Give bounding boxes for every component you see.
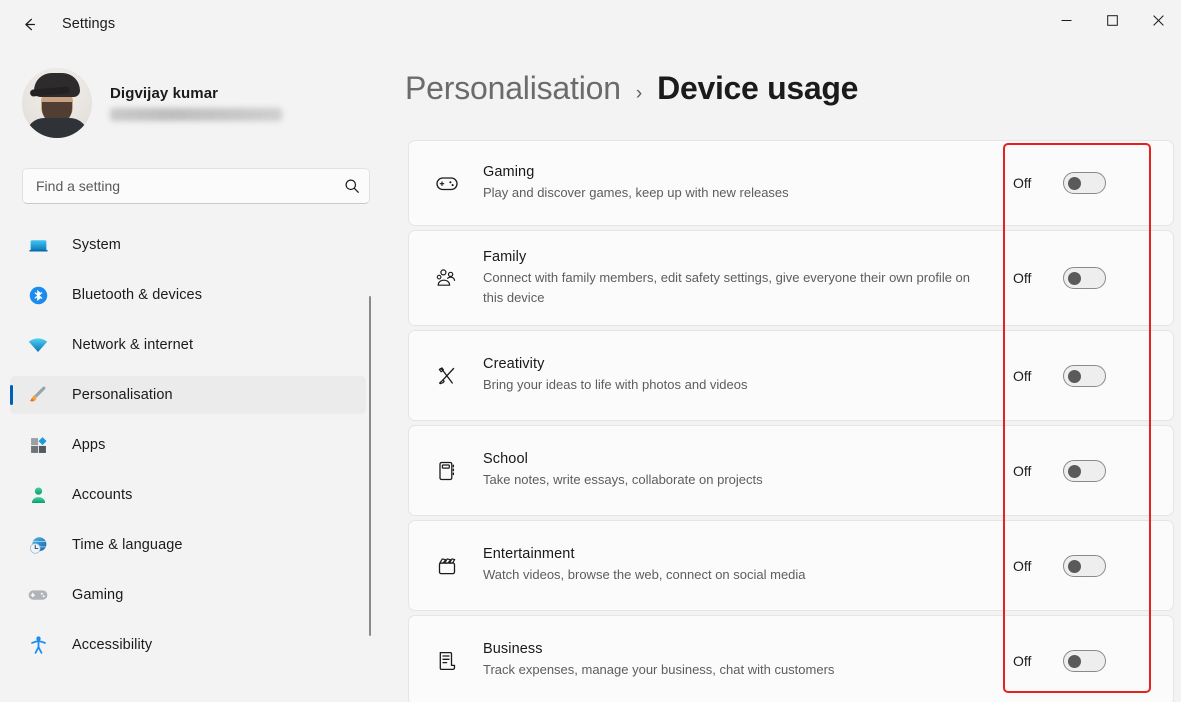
- apps-icon: [18, 433, 58, 457]
- main-content: Personalisation › Device usage Gaming Pl…: [385, 48, 1181, 702]
- sidebar-item-label: Bluetooth & devices: [72, 287, 202, 303]
- toggle-state-label: Off: [1013, 368, 1047, 384]
- sidebar-item-system[interactable]: System: [10, 226, 366, 264]
- sidebar: Digvijay kumar: [0, 48, 385, 702]
- bluetooth-icon: [18, 283, 58, 307]
- sidebar-item-time-language[interactable]: Time & language: [10, 526, 366, 564]
- setting-description: Track expenses, manage your business, ch…: [483, 660, 983, 679]
- breadcrumb-parent-link[interactable]: Personalisation: [405, 70, 621, 107]
- search-icon[interactable]: [335, 178, 369, 194]
- paintbrush-icon: [18, 383, 58, 407]
- search-input[interactable]: [23, 178, 335, 194]
- search-box[interactable]: [22, 168, 370, 204]
- setting-title: Family: [483, 249, 1003, 265]
- page-title: Device usage: [657, 70, 858, 107]
- maximize-button[interactable]: [1089, 0, 1135, 40]
- pen-brush-icon: [430, 363, 464, 389]
- setting-card-family[interactable]: Family Connect with family members, edit…: [408, 230, 1174, 326]
- sidebar-scrollbar[interactable]: [369, 296, 371, 636]
- back-button[interactable]: [12, 7, 46, 41]
- sidebar-item-gaming[interactable]: Gaming: [10, 576, 366, 614]
- sidebar-item-accounts[interactable]: Accounts: [10, 476, 366, 514]
- sidebar-item-bluetooth-devices[interactable]: Bluetooth & devices: [10, 276, 366, 314]
- account-icon: [18, 483, 58, 507]
- breadcrumb: Personalisation › Device usage: [405, 70, 1181, 107]
- setting-description: Bring your ideas to life with photos and…: [483, 375, 983, 394]
- gaming-toggle[interactable]: [1063, 172, 1106, 194]
- sidebar-item-personalisation[interactable]: Personalisation: [10, 376, 366, 414]
- settings-window: Settings: [0, 0, 1181, 702]
- notebook-icon: [430, 458, 464, 484]
- setting-title: Gaming: [483, 164, 1003, 180]
- wifi-icon: [18, 333, 58, 357]
- magnifier-glyph: [344, 178, 360, 194]
- close-button[interactable]: [1135, 0, 1181, 40]
- back-arrow-icon: [20, 15, 39, 34]
- sidebar-item-label: Gaming: [72, 587, 123, 603]
- toggle-group: Off: [1013, 460, 1173, 482]
- settings-cards-list: Gaming Play and discover games, keep up …: [408, 140, 1181, 702]
- sidebar-item-accessibility[interactable]: Accessibility: [10, 626, 366, 664]
- minimize-button[interactable]: [1043, 0, 1089, 40]
- sidebar-item-network-internet[interactable]: Network & internet: [10, 326, 366, 364]
- maximize-icon: [1107, 15, 1118, 26]
- clapperboard-icon: [430, 553, 464, 579]
- close-icon: [1153, 15, 1164, 26]
- chevron-right-icon: ›: [636, 83, 642, 105]
- account-name: Digvijay kumar: [110, 85, 282, 102]
- setting-card-gaming[interactable]: Gaming Play and discover games, keep up …: [408, 140, 1174, 226]
- toggle-group: Off: [1013, 365, 1173, 387]
- document-icon: [430, 648, 464, 674]
- sidebar-item-label: Personalisation: [72, 387, 173, 403]
- sidebar-item-label: Accessibility: [72, 637, 152, 653]
- toggle-state-label: Off: [1013, 653, 1047, 669]
- setting-title: Entertainment: [483, 546, 1003, 562]
- toggle-state-label: Off: [1013, 175, 1047, 191]
- sidebar-item-apps[interactable]: Apps: [10, 426, 366, 464]
- system-icon: [18, 233, 58, 257]
- setting-title: Business: [483, 641, 1003, 657]
- sidebar-item-label: Time & language: [72, 537, 183, 553]
- creativity-toggle[interactable]: [1063, 365, 1106, 387]
- setting-title: School: [483, 451, 1003, 467]
- sidebar-item-label: System: [72, 237, 121, 253]
- setting-card-entertainment[interactable]: Entertainment Watch videos, browse the w…: [408, 520, 1174, 611]
- setting-description: Take notes, write essays, collaborate on…: [483, 470, 983, 489]
- setting-description: Watch videos, browse the web, connect on…: [483, 565, 983, 584]
- account-section[interactable]: Digvijay kumar: [22, 68, 385, 138]
- sidebar-nav: System Bluetooth & devices: [0, 226, 385, 664]
- title-bar: Settings: [0, 0, 1181, 48]
- setting-card-creativity[interactable]: Creativity Bring your ideas to life with…: [408, 330, 1174, 421]
- setting-card-business[interactable]: Business Track expenses, manage your bus…: [408, 615, 1174, 702]
- window-controls: [1043, 0, 1181, 40]
- toggle-group: Off: [1013, 555, 1173, 577]
- setting-description: Play and discover games, keep up with ne…: [483, 183, 983, 202]
- toggle-state-label: Off: [1013, 463, 1047, 479]
- toggle-group: Off: [1013, 172, 1173, 194]
- entertainment-toggle[interactable]: [1063, 555, 1106, 577]
- toggle-state-label: Off: [1013, 558, 1047, 574]
- accessibility-icon: [18, 633, 58, 657]
- clock-globe-icon: [18, 533, 58, 557]
- toggle-group: Off: [1013, 267, 1173, 289]
- setting-description: Connect with family members, edit safety…: [483, 268, 983, 306]
- setting-card-school[interactable]: School Take notes, write essays, collabo…: [408, 425, 1174, 516]
- avatar: [22, 68, 92, 138]
- minimize-icon: [1061, 15, 1072, 26]
- family-people-icon: [430, 265, 464, 291]
- app-title: Settings: [62, 16, 115, 32]
- setting-title: Creativity: [483, 356, 1003, 372]
- business-toggle[interactable]: [1063, 650, 1106, 672]
- sidebar-item-label: Network & internet: [72, 337, 193, 353]
- sidebar-item-label: Accounts: [72, 487, 132, 503]
- family-toggle[interactable]: [1063, 267, 1106, 289]
- gamepad-icon: [18, 583, 58, 607]
- toggle-state-label: Off: [1013, 270, 1047, 286]
- sidebar-item-label: Apps: [72, 437, 105, 453]
- account-email-redacted: [110, 108, 282, 121]
- gamepad-outline-icon: [430, 170, 464, 196]
- toggle-group: Off: [1013, 650, 1173, 672]
- school-toggle[interactable]: [1063, 460, 1106, 482]
